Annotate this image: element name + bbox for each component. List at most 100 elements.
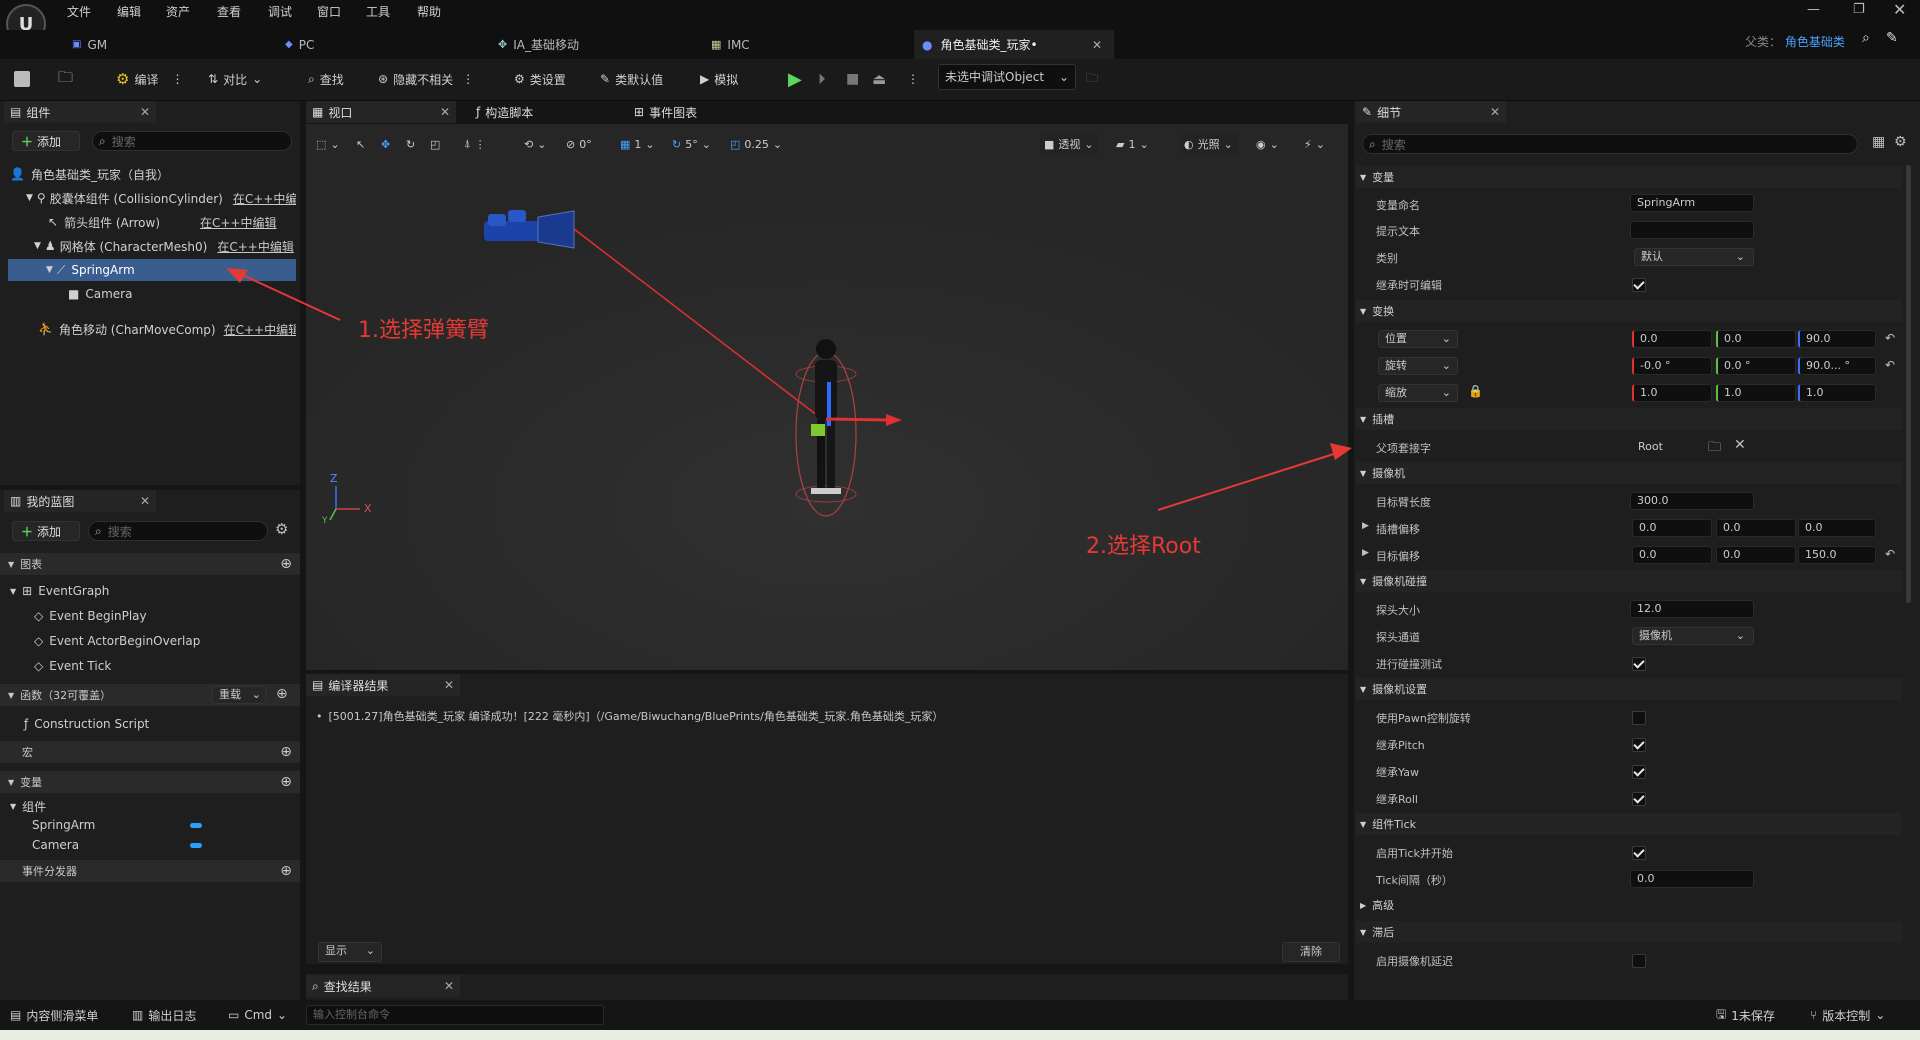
reset-icon[interactable]: ↶	[1885, 331, 1895, 345]
rotation-z[interactable]: 90.0... °	[1798, 357, 1876, 375]
output-log-button[interactable]: ▥ 输出日志	[132, 1004, 196, 1026]
category-label: 类别	[1376, 252, 1398, 265]
details-search-input[interactable]: ⌕ 搜索	[1362, 134, 1858, 154]
section-socket[interactable]: ▼ 插槽	[1356, 408, 1902, 430]
target-offset-z[interactable]: 150.0	[1798, 546, 1876, 564]
section-component-tick[interactable]: ▼ 组件Tick	[1356, 813, 1902, 835]
var-name-label: 变量命名	[1376, 199, 1420, 212]
source-control-button[interactable]: ⑂ 版本控制 ⌄	[1810, 1004, 1885, 1026]
location-mode-dropdown[interactable]: 位置 ⌄	[1378, 330, 1458, 348]
target-offset-y[interactable]: 0.0	[1716, 546, 1796, 564]
show-dropdown[interactable]: 显示 ⌄	[318, 942, 382, 962]
location-y[interactable]: 0.0	[1716, 330, 1796, 348]
socket-offset-x[interactable]: 0.0	[1632, 519, 1712, 537]
rotation-y[interactable]: 0.0 °	[1716, 357, 1796, 375]
close-tab-icon[interactable]: ✕	[444, 979, 454, 993]
close-tab-icon[interactable]: ✕	[1490, 105, 1500, 119]
unsaved-icon: 🖫	[1716, 1006, 1727, 1021]
scale-y[interactable]: 1.0	[1716, 384, 1796, 402]
section-advanced[interactable]: ▶ 高级	[1356, 894, 1902, 916]
chevron-down-icon: ⌄	[1441, 332, 1451, 345]
reset-icon[interactable]: ↶	[1885, 547, 1895, 561]
section-transform[interactable]: ▼ 变换	[1356, 300, 1902, 322]
section-camera[interactable]: ▼ 摄像机	[1356, 462, 1902, 484]
start-tick-label: 启用Tick并开始	[1376, 847, 1453, 860]
close-tab-icon[interactable]: ✕	[444, 678, 454, 692]
expand-icon[interactable]: ▶	[1362, 548, 1369, 558]
chevron-down-icon: ⌄	[1735, 250, 1745, 263]
clear-button[interactable]: 清除	[1282, 942, 1340, 962]
probe-channel-dropdown[interactable]: 摄像机 ⌄	[1632, 627, 1754, 645]
tick-interval-input[interactable]: 0.0	[1630, 870, 1754, 888]
rotation-x[interactable]: -0.0 °	[1632, 357, 1712, 375]
start-tick-checkbox[interactable]	[1632, 846, 1646, 860]
tab-find-results[interactable]: ⌕ 查找结果 ✕	[306, 975, 460, 997]
details-scrollbar[interactable]	[1906, 165, 1911, 603]
var-name-input[interactable]: SpringArm	[1630, 194, 1754, 212]
content-drawer-icon: ▤	[10, 1008, 22, 1022]
section-lag[interactable]: ▼ 滞后	[1356, 921, 1902, 943]
cmd-dropdown[interactable]: ▭ Cmd ⌄	[228, 1004, 287, 1026]
socket-offset-label: 插槽偏移	[1376, 523, 1420, 536]
socket-offset-y[interactable]: 0.0	[1716, 519, 1796, 537]
collapse-icon: ▼	[1360, 414, 1367, 424]
tab-compiler-results[interactable]: ▤ 编译器结果 ✕	[306, 674, 460, 696]
probe-size-input[interactable]: 12.0	[1630, 600, 1754, 618]
terminal-icon: ▭	[228, 1008, 240, 1022]
expand-icon[interactable]: ▶	[1362, 521, 1369, 531]
tab-details[interactable]: ✎ 细节 ✕	[1356, 101, 1506, 123]
clear-socket-icon[interactable]: ✕	[1734, 437, 1746, 453]
inherit-yaw-checkbox[interactable]	[1632, 765, 1646, 779]
chevron-down-icon: ⌄	[365, 944, 375, 957]
section-variable[interactable]: ▼ 变量	[1356, 166, 1902, 188]
collapse-icon: ▼	[1360, 576, 1367, 586]
inherit-pitch-checkbox[interactable]	[1632, 738, 1646, 752]
camera-lag-label: 启用摄像机延迟	[1376, 955, 1453, 968]
inherit-roll-checkbox[interactable]	[1632, 792, 1646, 806]
category-dropdown[interactable]: 默认 ⌄	[1634, 248, 1754, 266]
target-offset-x[interactable]: 0.0	[1632, 546, 1712, 564]
pencil-icon: ✎	[1362, 105, 1373, 119]
unsaved-button[interactable]: 🖫 1未保存	[1716, 1004, 1775, 1026]
scale-mode-dropdown[interactable]: 缩放 ⌄	[1378, 384, 1458, 402]
location-x[interactable]: 0.0	[1632, 330, 1712, 348]
browse-socket-icon[interactable]: 🗀	[1708, 438, 1721, 460]
collapse-icon: ▼	[1360, 819, 1367, 829]
gear-icon[interactable]: ⚙	[1894, 134, 1907, 150]
use-pawn-rotation-label: 使用Pawn控制旋转	[1376, 712, 1471, 725]
branch-icon: ⑂	[1810, 1008, 1818, 1022]
inherit-yaw-label: 继承Yaw	[1376, 766, 1419, 779]
scale-x[interactable]: 1.0	[1632, 384, 1712, 402]
collision-test-checkbox[interactable]	[1632, 657, 1646, 671]
arm-length-input[interactable]: 300.0	[1630, 492, 1754, 510]
search-icon: ⌕	[1369, 136, 1376, 151]
chevron-down-icon: ⌄	[1441, 386, 1451, 399]
tooltip-input[interactable]	[1630, 221, 1754, 239]
section-camera-collision[interactable]: ▼ 摄像机碰撞	[1356, 570, 1902, 592]
chevron-down-icon: ⌄	[1875, 1008, 1886, 1022]
instance-editable-label: 继承时可编辑	[1376, 279, 1442, 292]
instance-editable-checkbox[interactable]	[1632, 278, 1646, 292]
content-drawer-button[interactable]: ▤ 内容侧滑菜单	[10, 1004, 98, 1026]
search-icon: ⌕	[312, 978, 319, 993]
section-camera-settings[interactable]: ▼ 摄像机设置	[1356, 678, 1902, 700]
parent-socket-value[interactable]: Root	[1638, 440, 1663, 453]
collapse-icon: ▼	[1360, 172, 1367, 182]
camera-lag-checkbox[interactable]	[1632, 954, 1646, 968]
console-input[interactable]: 输入控制台命令	[306, 1005, 604, 1025]
collapse-icon: ▼	[1360, 927, 1367, 937]
lock-icon[interactable]: 🔒	[1468, 384, 1483, 398]
scale-z[interactable]: 1.0	[1798, 384, 1876, 402]
table-view-icon[interactable]: ▦	[1872, 134, 1885, 150]
rotation-mode-dropdown[interactable]: 旋转 ⌄	[1378, 357, 1458, 375]
collapse-icon: ▼	[1360, 306, 1367, 316]
find-results-panel	[306, 974, 1348, 1000]
reset-icon[interactable]: ↶	[1885, 358, 1895, 372]
use-pawn-rotation-checkbox[interactable]	[1632, 711, 1646, 725]
socket-offset-z[interactable]: 0.0	[1798, 519, 1876, 537]
log-icon: ▥	[132, 1008, 144, 1022]
location-z[interactable]: 90.0	[1798, 330, 1876, 348]
compile-message: • [5001.27]角色基础类_玩家 编译成功！[222 毫秒内]（/Game/…	[316, 710, 944, 723]
chevron-down-icon: ⌄	[1441, 359, 1451, 372]
annotation-step1: 1.选择弹簧臂	[358, 318, 489, 343]
